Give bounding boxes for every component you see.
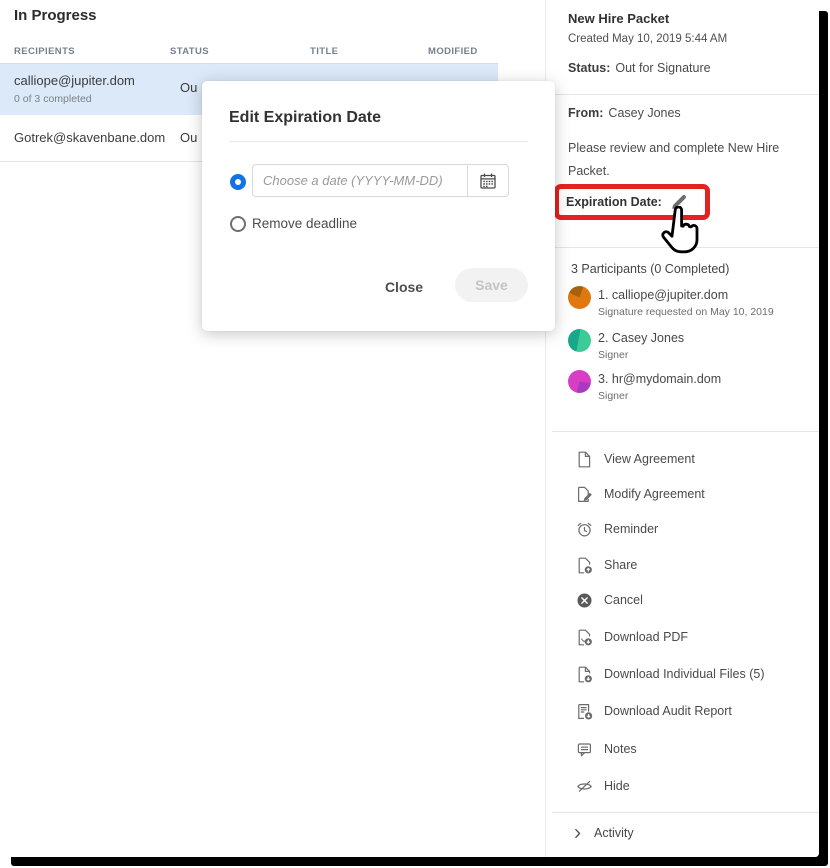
modal-divider bbox=[229, 141, 528, 142]
column-header-title: TITLE bbox=[310, 46, 338, 57]
action-label: Share bbox=[604, 558, 637, 572]
action-download-audit-report[interactable]: Download Audit Report bbox=[576, 698, 732, 724]
reminder-icon bbox=[576, 521, 593, 538]
column-header-status: STATUS bbox=[170, 46, 209, 57]
action-label: View Agreement bbox=[604, 452, 695, 466]
app-window: In Progress RECIPIENTS STATUS TITLE MODI… bbox=[0, 0, 819, 857]
participant-role: Signer bbox=[598, 349, 628, 361]
activity-toggle[interactable]: Activity bbox=[571, 826, 634, 840]
action-download-pdf[interactable]: Download PDF bbox=[576, 624, 688, 650]
agreement-title: New Hire Packet bbox=[568, 11, 669, 26]
modal-title: Edit Expiration Date bbox=[229, 109, 381, 127]
download-individual-files-icon bbox=[576, 666, 593, 683]
participant-name: 3. hr@mydomain.dom bbox=[598, 372, 721, 386]
action-label: Download Individual Files (5) bbox=[604, 667, 765, 681]
action-download-individual-files[interactable]: Download Individual Files (5) bbox=[576, 661, 765, 687]
modify-agreement-icon bbox=[576, 486, 593, 503]
status-label: Status: bbox=[568, 61, 610, 75]
status-cell: Ou bbox=[180, 80, 197, 95]
divider bbox=[552, 812, 819, 813]
action-label: Cancel bbox=[604, 593, 643, 607]
participant-name: 2. Casey Jones bbox=[598, 331, 684, 345]
avatar bbox=[568, 329, 591, 352]
divider bbox=[552, 431, 819, 432]
participant-role: Signer bbox=[598, 390, 628, 402]
from-label: From: bbox=[568, 106, 603, 120]
download-audit-report-icon bbox=[576, 703, 593, 720]
activity-label: Activity bbox=[594, 826, 634, 840]
agreement-message: Please review and complete New Hire Pack… bbox=[568, 137, 806, 182]
action-label: Download Audit Report bbox=[604, 704, 732, 718]
download-pdf-icon bbox=[576, 629, 593, 646]
column-header-modified: MODIFIED bbox=[428, 46, 478, 57]
choose-date-radio[interactable] bbox=[230, 174, 246, 190]
remove-deadline-label: Remove deadline bbox=[252, 216, 357, 231]
participants-header: 3 Participants (0 Completed) bbox=[571, 262, 729, 276]
cancel-icon bbox=[576, 592, 593, 609]
column-header-recipients: RECIPIENTS bbox=[14, 46, 75, 57]
edit-expiration-date-modal: Edit Expiration Date Remove deadline Clo… bbox=[202, 81, 555, 331]
calendar-button[interactable] bbox=[467, 164, 509, 197]
avatar bbox=[568, 286, 591, 309]
action-hide[interactable]: Hide bbox=[576, 773, 630, 799]
close-button[interactable]: Close bbox=[374, 273, 434, 301]
divider bbox=[552, 94, 819, 95]
view-agreement-icon bbox=[576, 451, 593, 468]
notes-icon bbox=[576, 741, 593, 758]
chevron-right-icon bbox=[571, 827, 584, 840]
created-timestamp: Created May 10, 2019 5:44 AM bbox=[568, 33, 727, 45]
remove-deadline-radio[interactable] bbox=[230, 216, 246, 232]
recipient-name: calliope@jupiter.dom bbox=[14, 73, 135, 88]
status-value: Out for Signature bbox=[615, 61, 710, 75]
participant-role: Signature requested on May 10, 2019 bbox=[598, 306, 774, 318]
page-title: In Progress bbox=[14, 7, 97, 24]
from-row: From: Casey Jones bbox=[568, 106, 681, 120]
recipient-name: Gotrek@skavenbane.dom bbox=[14, 130, 165, 145]
participant-name: 1. calliope@jupiter.dom bbox=[598, 288, 728, 302]
expiration-date-label: Expiration Date: bbox=[566, 195, 662, 209]
action-modify-agreement[interactable]: Modify Agreement bbox=[576, 481, 705, 507]
avatar bbox=[568, 370, 591, 393]
action-label: Notes bbox=[604, 742, 637, 756]
action-notes[interactable]: Notes bbox=[576, 736, 637, 762]
hide-icon bbox=[576, 778, 593, 795]
save-button[interactable]: Save bbox=[455, 268, 528, 302]
action-view-agreement[interactable]: View Agreement bbox=[576, 446, 695, 472]
action-cancel[interactable]: Cancel bbox=[576, 587, 643, 613]
share-icon bbox=[576, 557, 593, 574]
action-label: Download PDF bbox=[604, 630, 688, 644]
action-label: Modify Agreement bbox=[604, 487, 705, 501]
agreement-detail-panel: New Hire Packet Created May 10, 2019 5:4… bbox=[545, 0, 819, 857]
from-value: Casey Jones bbox=[608, 106, 680, 120]
status-cell: Ou bbox=[180, 130, 197, 145]
action-reminder[interactable]: Reminder bbox=[576, 516, 658, 542]
pointer-hand-cursor bbox=[656, 206, 702, 256]
recipient-progress: 0 of 3 completed bbox=[14, 93, 92, 105]
calendar-icon bbox=[479, 172, 497, 190]
date-input[interactable] bbox=[252, 164, 468, 197]
action-label: Reminder bbox=[604, 522, 658, 536]
status-row: Status: Out for Signature bbox=[568, 61, 711, 75]
action-label: Hide bbox=[604, 779, 630, 793]
action-share[interactable]: Share bbox=[576, 552, 637, 578]
